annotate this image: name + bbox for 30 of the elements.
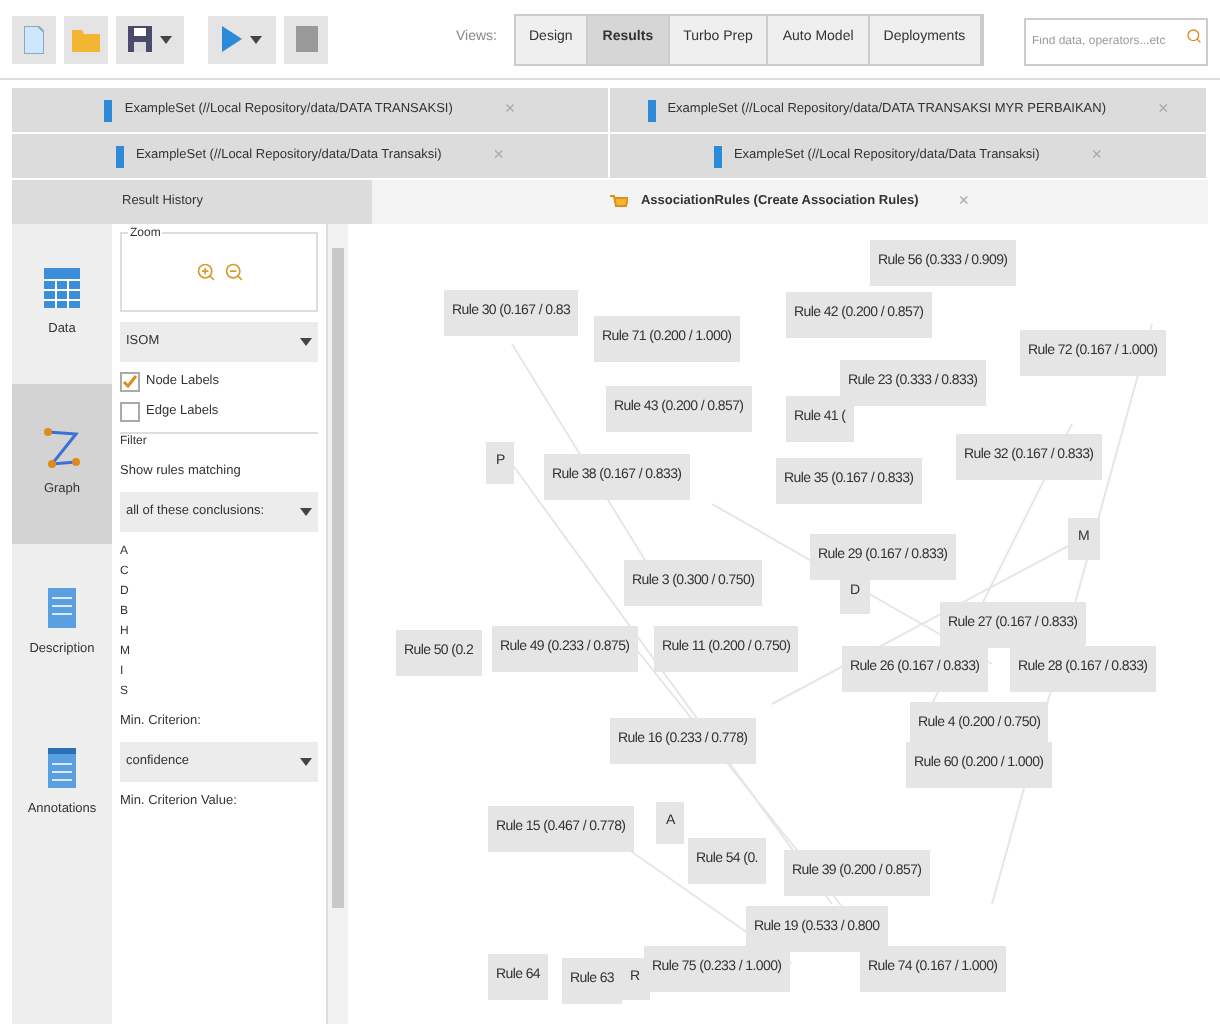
cart-icon	[610, 193, 629, 211]
document-icon	[48, 588, 76, 629]
floppy-icon	[128, 26, 152, 52]
folder-icon	[72, 27, 100, 51]
file-icon	[24, 25, 44, 53]
run-button[interactable]	[208, 15, 276, 63]
table-icon	[115, 145, 124, 167]
zoom-out-icon[interactable]	[223, 262, 243, 282]
caret-icon	[250, 35, 262, 43]
caret-icon	[300, 507, 312, 516]
checkbox[interactable]	[120, 372, 140, 392]
open-folder-button[interactable]	[64, 15, 108, 63]
scrollbar[interactable]	[328, 224, 348, 1024]
table-icon	[647, 99, 656, 121]
save-button[interactable]	[116, 15, 184, 63]
caret-icon	[300, 338, 312, 346]
caret-icon	[300, 757, 312, 765]
table-icon	[104, 99, 113, 121]
stop-icon	[295, 26, 317, 52]
search-icon	[1186, 28, 1202, 44]
checkbox[interactable]	[120, 402, 140, 422]
table-icon	[713, 145, 722, 167]
zoom-in-icon[interactable]	[195, 262, 215, 282]
new-file-button[interactable]	[12, 15, 56, 63]
stop-button[interactable]	[284, 15, 328, 63]
notes-icon	[48, 748, 76, 789]
table-icon	[44, 268, 80, 309]
caret-icon	[160, 35, 172, 43]
play-icon	[222, 26, 242, 52]
graph-icon	[44, 428, 80, 469]
